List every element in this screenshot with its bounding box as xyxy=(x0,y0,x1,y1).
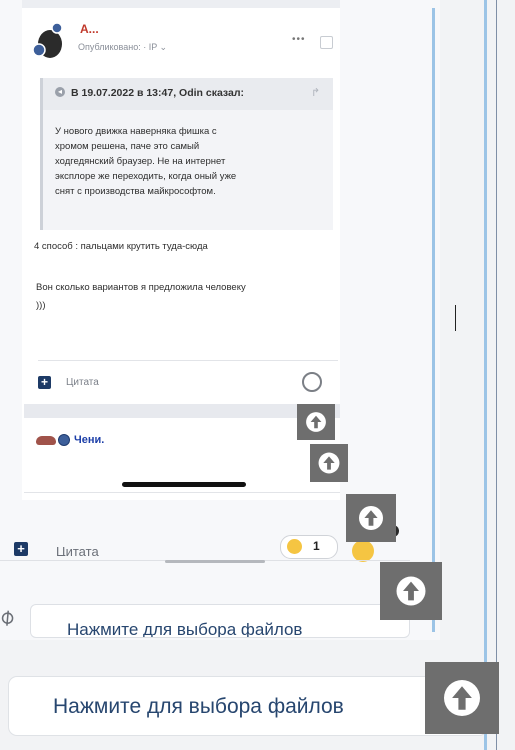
quote-arrow-icon: ◂ xyxy=(55,87,65,97)
more-options-icon[interactable]: ••• xyxy=(292,34,306,45)
quote-line: хромом решена, паче это самый xyxy=(55,141,200,152)
laugh-emoji-icon xyxy=(287,539,302,554)
quote-line: У нового движка наверняка фишка с xyxy=(55,126,217,137)
quote-line: ходгедянский браузер. Не на интернет xyxy=(55,156,226,167)
badge-icon xyxy=(58,434,70,446)
scroll-top-button[interactable] xyxy=(346,494,396,542)
inner-top-edge xyxy=(22,0,340,8)
published-meta: Опубликовано: · IP ⌄ xyxy=(78,42,168,52)
post-text-line: ))) xyxy=(36,300,46,311)
quote-block: ◂ В 19.07.2022 в 13:47, Odin сказал: ↱ У… xyxy=(40,78,333,230)
arrow-up-circle-icon xyxy=(444,680,480,716)
file-select-button-small[interactable]: Нажмите для выбора файлов xyxy=(30,604,410,638)
author-name[interactable]: А... xyxy=(80,22,99,36)
select-post-checkbox[interactable] xyxy=(320,36,333,49)
arrow-up-circle-icon xyxy=(359,506,383,530)
file-select-label: Нажмите для выбора файлов xyxy=(67,620,303,638)
scroll-top-button[interactable] xyxy=(310,444,348,482)
mid-border-line xyxy=(432,8,435,632)
quote-title: В 19.07.2022 в 13:47, Odin сказал: xyxy=(71,87,245,99)
scroll-top-button[interactable] xyxy=(425,662,499,734)
home-indicator xyxy=(122,482,246,487)
quote-line: эксплоре же переходить, когда оный уже xyxy=(55,171,237,182)
arrow-up-circle-icon xyxy=(306,412,326,432)
scroll-top-button[interactable] xyxy=(297,404,335,440)
scroll-top-button[interactable] xyxy=(380,562,442,620)
scroll-indicator xyxy=(165,560,265,563)
quote-text: У нового движка наверняка фишка с хромом… xyxy=(55,124,321,199)
divider xyxy=(24,492,340,493)
hand-icon xyxy=(36,436,56,445)
reaction-count: 1 xyxy=(313,539,320,553)
quote-button[interactable]: Цитата xyxy=(56,542,99,556)
laugh-emoji-icon[interactable] xyxy=(352,540,374,562)
post-text-line: 4 способ : пальцами крутить туда-сюда xyxy=(34,241,208,252)
divider xyxy=(38,360,338,361)
next-post-author[interactable]: Чени. xyxy=(74,434,104,446)
add-quote-button[interactable]: + xyxy=(38,376,51,389)
quote-line: снят с производства майкрософтом. xyxy=(55,186,216,197)
quote-button[interactable]: Цитата xyxy=(66,377,99,388)
post-text-line: Вон сколько вариантов я предложила челов… xyxy=(36,282,246,293)
arrow-up-circle-icon xyxy=(396,576,426,606)
reaction-pill[interactable]: 1 xyxy=(280,535,338,559)
share-icon[interactable]: ↱ xyxy=(311,86,320,99)
arrow-up-circle-icon xyxy=(318,452,340,474)
text-cursor xyxy=(455,305,456,331)
right-border-line xyxy=(484,0,487,750)
file-select-label: Нажмите для выбора файлов xyxy=(53,695,344,718)
file-select-button[interactable]: Нажмите для выбора файлов xyxy=(8,676,488,736)
quote-header: ◂ В 19.07.2022 в 13:47, Odin сказал: ↱ xyxy=(43,78,333,110)
avatar[interactable] xyxy=(30,20,70,60)
heart-icon[interactable] xyxy=(302,372,322,392)
right-border-line-dark xyxy=(496,0,497,750)
post-separator xyxy=(24,404,340,418)
add-quote-button[interactable]: + xyxy=(14,542,28,556)
